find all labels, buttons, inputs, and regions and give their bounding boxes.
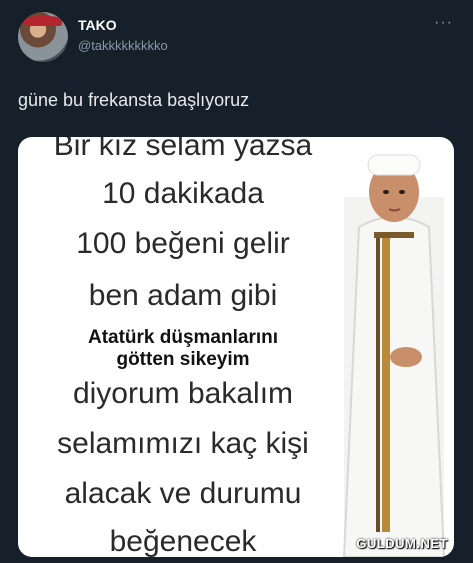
meme-line-8: beğenecek xyxy=(109,525,257,557)
meme-line-3: 100 beğeni gelir xyxy=(76,227,290,260)
meme-bold-line-2: götten sikeyim xyxy=(116,349,250,370)
meme-line-7: alacak ve durumu xyxy=(64,477,302,510)
meme-line-6: selamımızı kaç kişi xyxy=(57,427,309,460)
tweet-header: TAKO @takkkkkkkkko ··· xyxy=(0,0,473,70)
meme-bold-line-1: Atatürk düşmanlarını xyxy=(87,327,279,348)
boy-illustration xyxy=(342,152,446,557)
meme-line-4: ben adam gibi xyxy=(88,279,278,312)
avatar[interactable] xyxy=(18,12,68,62)
meme-line-5: diyorum bakalım xyxy=(72,377,294,410)
watermark: GULDUM.NET xyxy=(356,536,448,551)
display-name[interactable]: TAKO xyxy=(78,17,117,33)
meme-line-2: 10 dakikada xyxy=(102,177,264,210)
more-options-icon[interactable]: ··· xyxy=(434,14,453,32)
meme-line-1: Bir kız selam yazsa xyxy=(53,137,313,162)
tweet-text: güne bu frekansta başlıyoruz xyxy=(18,90,250,110)
tweet-media-image[interactable]: Bir kız selam yazsa 10 dakikada 100 beğe… xyxy=(18,137,454,557)
user-handle[interactable]: @takkkkkkkkko xyxy=(78,38,168,53)
